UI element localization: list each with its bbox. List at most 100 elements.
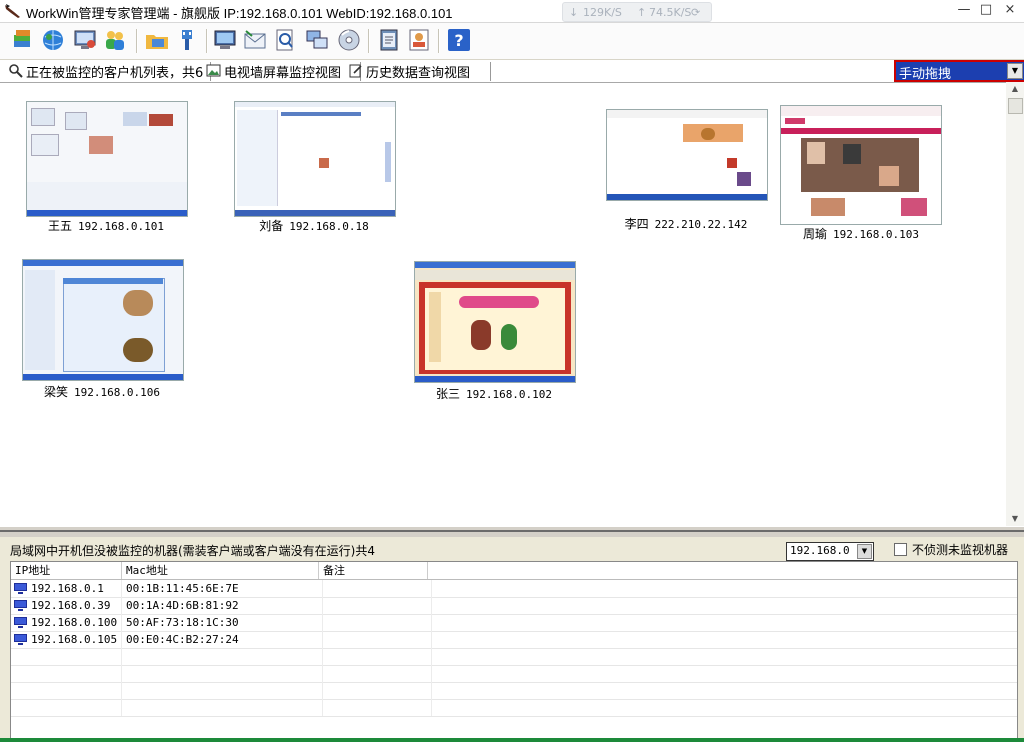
client-caption: 张三 192.168.0.102 [414,385,574,402]
tab-label: 电视墙屏幕监控视图 [224,66,342,81]
ip-cell: 192.168.0.100 [11,614,122,631]
no-detect-checkbox[interactable] [894,543,907,556]
restore-button[interactable]: □ [974,1,998,19]
screen-icon[interactable] [212,27,238,53]
ip-cell [11,665,122,682]
folder-network-icon[interactable] [144,27,170,53]
tab-tv-wall[interactable]: 电视墙屏幕监控视图 [204,62,361,81]
client-name: 梁笑 [43,385,68,399]
usb-icon[interactable] [174,27,200,53]
ip-cell [11,699,122,716]
close-button[interactable]: × [998,1,1022,19]
ip-address: 192.168.0.1 [31,582,104,595]
vertical-scrollbar[interactable]: ▲ ▼ [1006,82,1024,526]
layout-mode-select[interactable]: 手动拖拽 ▼ [894,60,1024,82]
table-row[interactable]: 192.168.0.100 50:AF:73:18:1C:30 [11,614,1017,632]
client-screen-image[interactable] [414,261,576,383]
minimize-button[interactable]: — [952,1,976,19]
client-screen-image[interactable] [22,259,184,381]
client-caption: 梁笑 192.168.0.106 [22,383,182,400]
stack-icon[interactable] [10,27,36,53]
ip-cell [11,648,122,665]
computer-icon [14,600,27,611]
picture-icon [206,64,221,77]
unmonitored-machines-table: IP地址 Mac地址 备注 192.168.0.1 00:1B:11:45:6E:… [10,561,1018,740]
table-row[interactable]: 192.168.0.39 00:1A:4D:6B:81:92 [11,597,1017,615]
client-ip: 222.210.22.142 [654,218,748,231]
scrollbar-thumb[interactable] [1008,98,1023,114]
mac-cell [122,648,323,665]
note-cell [323,597,432,614]
help-icon[interactable]: ? [446,27,472,53]
client-screen-image[interactable] [780,105,942,225]
download-speed: 129K/S [583,6,622,19]
tv-wall-view: 王五 192.168.0.101 刘备 192.168.0.18 李四 222.210… [0,82,1006,527]
ip-address: 192.168.0.100 [31,616,118,629]
client-name: 张三 [435,387,460,401]
document-search-icon[interactable] [272,27,298,53]
table-row [11,682,1017,700]
svg-text:?: ? [454,31,463,50]
status-strip [0,738,1024,742]
note-cell [323,648,432,665]
remote-screens-icon[interactable] [304,27,330,53]
report-icon[interactable] [376,27,402,53]
table-header: IP地址 Mac地址 备注 [11,562,1017,580]
note-cell [323,614,432,631]
window-title: WorkWin管理专家管理端 - 旗舰版 IP:192.168.0.101 We… [26,6,453,21]
table-row [11,648,1017,666]
note-cell [323,682,432,699]
computer-icon [14,634,27,645]
computer-icon [14,583,27,594]
globe-icon[interactable] [40,27,66,53]
upload-speed: 74.5K/S [649,6,692,19]
client-caption: 刘备 192.168.0.18 [234,217,394,234]
client-screen-image[interactable] [606,109,768,201]
app-logo-icon [5,4,20,18]
subnet-select[interactable]: 192.168.0 ▼ [786,542,874,561]
network-speed-widget: ↓ 129K/S ↑ 74.5K/S ⟳ [562,2,712,22]
table-row[interactable]: 192.168.0.105 00:E0:4C:B2:27:24 [11,631,1017,649]
column-header-mac[interactable]: Mac地址 [122,562,319,579]
client-caption: 周瑜 192.168.0.103 [780,225,942,242]
column-header-ip[interactable]: IP地址 [11,562,122,579]
users-icon[interactable] [102,27,128,53]
table-row [11,665,1017,683]
view-tabs: 正在被监控的客户机列表，共6 电视墙屏幕监控视图 历史数据查询视图 [0,60,1024,82]
mac-cell: 00:1B:11:45:6E:7E [122,580,323,597]
client-ip: 192.168.0.101 [77,220,165,233]
client-name: 刘备 [259,219,284,233]
magnifier-icon [9,64,23,78]
email-icon[interactable] [242,27,268,53]
scroll-up-arrow-icon[interactable]: ▲ [1006,82,1024,96]
note-cell [323,631,432,648]
tab-label: 正在被监控的客户机列表，共6 [26,66,204,81]
tab-monitored-clients[interactable]: 正在被监控的客户机列表，共6 [6,62,211,81]
note-cell [323,699,432,716]
ip-cell: 192.168.0.1 [11,580,122,597]
client-screen-image[interactable] [26,101,188,217]
disc-icon[interactable] [336,27,362,53]
client-ip: 192.168.0.103 [832,228,920,241]
ip-cell: 192.168.0.105 [11,631,122,648]
ip-cell [11,682,122,699]
chevron-down-icon[interactable]: ▼ [1007,63,1023,79]
refresh-icon: ⟳ [691,6,701,19]
scroll-down-arrow-icon[interactable]: ▼ [1006,512,1024,526]
subnet-value: 192.168.0 [790,544,850,557]
mac-cell [122,665,323,682]
table-row[interactable]: 192.168.0.1 00:1B:11:45:6E:7E [11,580,1017,598]
client-screen-image[interactable] [234,101,396,217]
tab-history-query[interactable]: 历史数据查询视图 [346,62,491,81]
user-card-icon[interactable] [406,27,432,53]
toolbar-separator [438,29,440,53]
client-name: 王五 [47,219,72,233]
column-header-note[interactable]: 备注 [319,562,428,579]
client-name: 李四 [624,217,649,231]
chevron-down-icon[interactable]: ▼ [857,544,872,559]
ip-cell: 192.168.0.39 [11,597,122,614]
tab-label: 历史数据查询视图 [366,66,471,81]
monitor-settings-icon[interactable] [72,27,98,53]
ip-address: 192.168.0.39 [31,599,111,612]
toolbar-separator [136,29,138,53]
